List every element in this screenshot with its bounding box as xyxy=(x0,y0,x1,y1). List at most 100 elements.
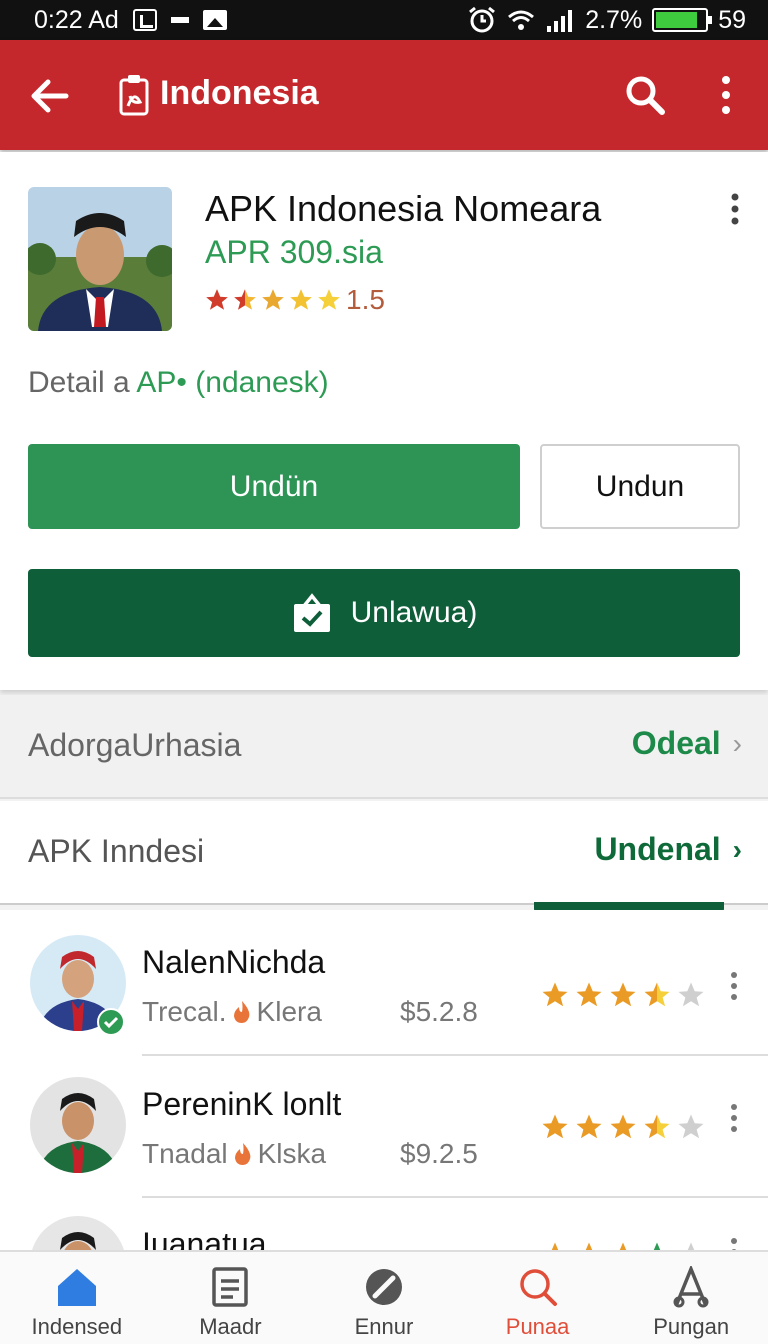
search-icon[interactable] xyxy=(624,74,666,116)
card-more-icon[interactable] xyxy=(726,192,744,226)
star-icon xyxy=(610,982,636,1007)
nav-item-list[interactable]: Maadr xyxy=(154,1252,308,1344)
secondary-download-button[interactable]: Undun xyxy=(540,444,740,529)
nav-item-slash[interactable]: Ennur xyxy=(307,1252,461,1344)
install-button[interactable]: Unlawua) xyxy=(28,569,740,657)
section-row-first[interactable]: AdorgaUrhasia Odeal › xyxy=(0,695,768,799)
star-icon xyxy=(290,289,312,310)
nav-label: Maadr xyxy=(199,1314,262,1339)
star-icon xyxy=(551,1242,559,1250)
star-empty-icon xyxy=(678,1114,704,1139)
status-bar: 0:22 Ad 2.7% 59 xyxy=(0,0,768,40)
star-icon xyxy=(576,982,602,1007)
rating-stars xyxy=(204,287,342,313)
reviewer-meta-b: Klera xyxy=(256,996,322,1027)
star-half-icon xyxy=(234,289,256,310)
reviewer-price: $9.2.5 xyxy=(400,1138,478,1169)
status-time: 0:22 Ad xyxy=(34,5,119,34)
notification-icon xyxy=(132,9,157,31)
app-logo-icon xyxy=(119,75,149,116)
reviewer-meta-a: Trecal. xyxy=(142,996,227,1027)
nav-item-search[interactable]: Punaa xyxy=(461,1252,615,1344)
app-title: APK Indonesia Nomeara xyxy=(205,188,602,229)
verified-badge-icon xyxy=(97,1008,125,1036)
app-detail-card: APK Indonesia Nomeara APR 309.sia 1.5 De… xyxy=(0,152,768,690)
bottom-navigation: Indensed Maadr Ennur Punaa Pungan xyxy=(0,1250,768,1344)
nav-label: Indensed xyxy=(31,1314,123,1339)
reviewer-name: NalenNichda xyxy=(142,944,326,980)
detail-prefix: Detail a xyxy=(28,366,130,399)
shopping-bag-check-icon xyxy=(293,593,330,632)
slash-circle-icon xyxy=(365,1269,402,1305)
app-price: APR 309.sia xyxy=(205,234,383,270)
nav-item-profile[interactable]: Pungan xyxy=(614,1252,768,1344)
reviewer-meta: Trecal. Klera xyxy=(142,996,322,1028)
list-item[interactable]: Iuanatua xyxy=(0,1214,768,1250)
minus-icon xyxy=(170,17,189,23)
app-icon-portrait[interactable] xyxy=(28,187,172,331)
section-row-second[interactable]: APK Inndesi Undenal › xyxy=(0,801,768,905)
section-link-label: Undenal xyxy=(594,831,721,867)
review-more-icon[interactable] xyxy=(726,1102,742,1134)
review-more-icon[interactable] xyxy=(726,970,742,1002)
nav-label: Punaa xyxy=(505,1314,570,1339)
review-stars xyxy=(540,980,706,1010)
section-label: AdorgaUrhasia xyxy=(28,727,242,763)
star-icon xyxy=(653,1242,661,1250)
rating-value: 1.5 xyxy=(346,284,385,315)
star-icon xyxy=(576,1114,602,1139)
star-half-icon xyxy=(644,982,670,1007)
app-detail-line[interactable]: Detail a AP• (ndanesk) xyxy=(28,366,329,400)
app-rating: 1.5 xyxy=(204,284,385,316)
divider xyxy=(142,1196,768,1198)
reviewer-meta-a: Tnadal xyxy=(142,1138,228,1169)
signal-icon xyxy=(547,10,573,32)
list-item[interactable]: PereninK lonlt Tnadal Klska $9.2.5 xyxy=(0,1072,768,1216)
star-icon xyxy=(619,1242,627,1250)
star-icon xyxy=(318,289,340,310)
star-icon xyxy=(610,1114,636,1139)
more-vert-icon[interactable] xyxy=(714,74,738,116)
wifi-icon xyxy=(508,10,535,30)
fire-icon xyxy=(233,1001,249,1023)
profile-a-icon xyxy=(673,1266,709,1308)
section-label: APK Inndesi xyxy=(28,833,205,869)
install-button-label: Unlawua) xyxy=(350,596,478,629)
fire-icon xyxy=(234,1143,250,1165)
reviewer-price: $5.2.8 xyxy=(400,996,478,1027)
star-empty-icon xyxy=(678,982,704,1007)
detail-link: AP• (ndanesk) xyxy=(136,366,329,399)
section-link[interactable]: Undenal › xyxy=(594,831,742,868)
list-item[interactable]: NalenNichda Trecal. Klera $5.2.8 xyxy=(0,930,768,1074)
star-icon xyxy=(585,1242,593,1250)
nav-label: Pungan xyxy=(653,1314,730,1339)
star-icon xyxy=(206,289,228,310)
star-icon xyxy=(542,1114,568,1139)
reviewer-name: PereninK lonlt xyxy=(142,1086,342,1122)
review-stars xyxy=(540,1240,706,1250)
battery-percent: 2.7% xyxy=(585,5,643,34)
alarm-icon xyxy=(469,6,496,33)
reviewer-name: Iuanatua xyxy=(142,1226,267,1250)
image-icon xyxy=(202,10,227,30)
star-half-icon xyxy=(644,1114,670,1139)
back-arrow-icon[interactable] xyxy=(30,76,70,116)
avatar xyxy=(30,1077,126,1173)
divider xyxy=(142,1054,768,1056)
section-link[interactable]: Odeal › xyxy=(632,725,742,762)
download-button[interactable]: Undün xyxy=(28,444,520,529)
review-list: NalenNichda Trecal. Klera $5.2.8 Perenin… xyxy=(0,910,768,1250)
review-stars xyxy=(540,1112,706,1142)
star-empty-icon xyxy=(687,1242,695,1250)
nav-item-home[interactable]: Indensed xyxy=(0,1252,154,1344)
search-icon xyxy=(519,1269,557,1306)
chevron-right-icon: › xyxy=(732,833,742,865)
avatar xyxy=(30,1216,126,1250)
status-number: 59 xyxy=(718,5,746,34)
reviewer-meta: Tnadal Klska xyxy=(142,1138,326,1170)
app-bar-title: Indonesia xyxy=(160,74,319,112)
section-link-label: Odeal xyxy=(631,725,721,761)
app-bar: Indonesia xyxy=(0,40,768,150)
list-icon xyxy=(212,1267,249,1307)
review-more-icon[interactable] xyxy=(726,1236,742,1250)
